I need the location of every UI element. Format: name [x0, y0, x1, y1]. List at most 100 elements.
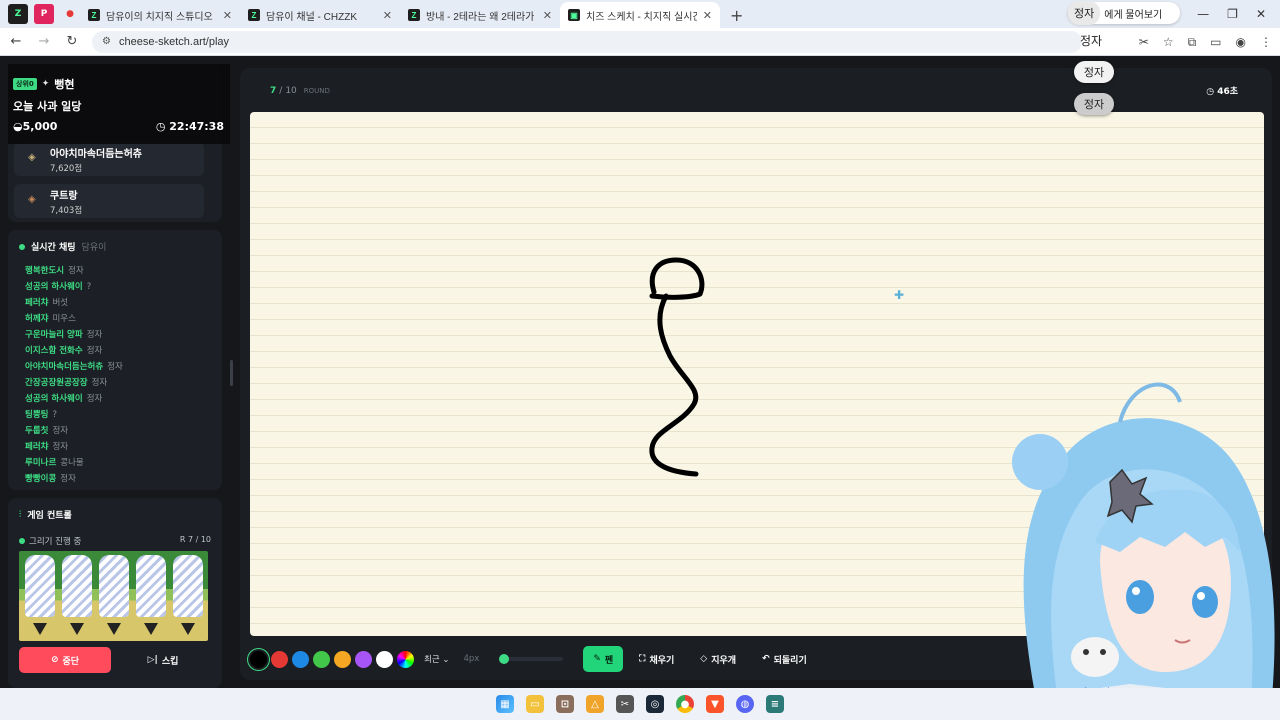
- chat-message: 페러챠 정자: [19, 439, 211, 455]
- chat-text: 버섯: [52, 298, 69, 308]
- os-taskbar: ▦ ▭ ⊡ △ ✂ ◎ ● ▼ ◍ ≡: [0, 688, 1280, 720]
- chat-username[interactable]: 성공의 하사웨이: [25, 394, 83, 404]
- site-info-icon[interactable]: ⚙: [102, 36, 111, 47]
- close-icon[interactable]: ✕: [543, 9, 552, 22]
- chat-text: 정자: [52, 426, 69, 436]
- skip-button[interactable]: ▷| 스킵: [117, 647, 209, 673]
- tool-button[interactable]: ◇ 지우개: [690, 646, 746, 672]
- maximize-icon[interactable]: ❐: [1227, 7, 1238, 21]
- chat-username[interactable]: 팅뿡팅: [25, 410, 48, 420]
- chat-username[interactable]: 루미나르: [25, 458, 56, 468]
- record-icon: ●: [66, 9, 74, 19]
- back-icon[interactable]: ←: [4, 34, 28, 49]
- chat-username[interactable]: 간장공장원공장장: [25, 378, 88, 388]
- close-icon[interactable]: ✕: [703, 9, 712, 22]
- record-pinned-tab[interactable]: ●: [60, 4, 80, 24]
- ask-popup[interactable]: 정자 에게 물어보기: [1068, 1, 1180, 25]
- brush-size-slider[interactable]: [499, 654, 564, 664]
- window-controls: — ❐ ✕: [1197, 0, 1280, 28]
- chat-username[interactable]: 행복한도시: [25, 266, 64, 276]
- color-swatch[interactable]: [250, 650, 267, 668]
- chat-username[interactable]: 허께쟈: [25, 314, 48, 324]
- live-dot-icon: [19, 243, 25, 250]
- cheese-icon: ◒: [13, 120, 23, 133]
- close-icon[interactable]: ✕: [383, 9, 392, 22]
- color-swatch[interactable]: [355, 650, 372, 668]
- browser-tab-active[interactable]: ▣ 치즈 스케치 - 치지직 실시간 드 ✕: [560, 2, 720, 28]
- round-timer: ◷ 46초: [1206, 87, 1238, 97]
- close-icon[interactable]: ✕: [223, 9, 232, 22]
- chat-channel: 담유이: [81, 243, 107, 253]
- color-swatch[interactable]: [376, 650, 393, 668]
- tool-button[interactable]: ✎ 펜: [583, 646, 624, 672]
- p-pinned-tab[interactable]: P: [34, 4, 54, 24]
- notepad-icon[interactable]: ≡: [766, 695, 784, 713]
- timer-icon: ◷: [1206, 87, 1218, 97]
- discord-icon[interactable]: ◍: [736, 695, 754, 713]
- chat-username[interactable]: 구운마늘리 양파: [25, 330, 83, 340]
- browser-tab[interactable]: Z 담유이의 치지직 스튜디오 ✕: [80, 2, 240, 28]
- game-control-panel: ⫶ 게임 컨트롤 그리기 진행 중 R 7 / 10 ⊘ 중단 ▷| 스킵: [8, 498, 222, 688]
- chrome-icon[interactable]: ●: [676, 695, 694, 713]
- brush-size-label: 4px: [463, 654, 480, 664]
- skip-icon: ▷|: [147, 655, 158, 665]
- url-field[interactable]: ⚙ cheese-sketch.art/play: [92, 30, 1082, 53]
- file-explorer-icon[interactable]: ▭: [526, 695, 544, 713]
- tool-label: 되돌리기: [773, 655, 807, 666]
- sidebar-icon[interactable]: ▭: [1210, 35, 1221, 49]
- recent-colors-dropdown[interactable]: 최근 ⌄: [424, 653, 449, 665]
- chat-bubble: 정자: [1074, 93, 1114, 115]
- chat-message: 간장공장원공장장 정자: [19, 375, 211, 391]
- extension-icon[interactable]: ✂: [1139, 35, 1149, 49]
- color-swatch[interactable]: [292, 650, 309, 668]
- bookmark-star-icon[interactable]: ☆: [1163, 35, 1174, 49]
- game-status: 그리기 진행 중: [19, 535, 81, 547]
- browser-tab[interactable]: Z 담유이 채널 - CHZZK ✕: [240, 2, 400, 28]
- chzzk-pinned-tab[interactable]: Z: [8, 4, 28, 24]
- brave-icon[interactable]: ▼: [706, 695, 724, 713]
- chat-username[interactable]: 두룹칫: [25, 426, 48, 436]
- ask-popup-text: 에게 물어보기: [1104, 9, 1163, 21]
- color-swatch[interactable]: [271, 650, 288, 668]
- color-swatch[interactable]: [334, 650, 351, 668]
- chat-message: 아야치마속더듬는허츄 정자: [19, 359, 211, 375]
- chat-username[interactable]: 아야치마속더듬는허츄: [25, 362, 103, 372]
- steam-icon[interactable]: ◎: [646, 695, 664, 713]
- color-swatch[interactable]: [313, 650, 330, 668]
- stop-button[interactable]: ⊘ 중단: [19, 647, 111, 673]
- profile-icon[interactable]: ◉: [1236, 35, 1246, 49]
- snipping-tool-icon[interactable]: ✂: [616, 695, 634, 713]
- puzzle-icon[interactable]: ⧉: [1188, 35, 1197, 50]
- chat-username[interactable]: 빵빵이콩: [25, 474, 56, 484]
- new-tab-button[interactable]: +: [720, 2, 753, 28]
- overlay-name: 뻥현: [54, 78, 75, 91]
- slider-knob[interactable]: [499, 654, 510, 664]
- chat-username[interactable]: 페러챠: [25, 442, 48, 452]
- vtuber-avatar: [1012, 382, 1275, 720]
- chat-text: 정자: [52, 442, 69, 452]
- ask-popup-nick: 정자: [1068, 1, 1101, 25]
- chat-username[interactable]: 이지스함 전화수: [25, 346, 83, 356]
- windows-start-icon[interactable]: ▦: [496, 695, 514, 713]
- eraser-icon: ◇: [700, 654, 708, 664]
- reload-icon[interactable]: ↻: [60, 34, 84, 49]
- tool-button[interactable]: ↶ 되돌리기: [752, 646, 817, 672]
- menu-icon[interactable]: ⋮: [1260, 35, 1272, 49]
- chat-username[interactable]: 성공의 하사웨이: [25, 282, 83, 292]
- warning-app-icon[interactable]: △: [586, 695, 604, 713]
- cheese-count: ◒5,000: [13, 120, 58, 133]
- tool-button[interactable]: ⛶ 채우기: [629, 646, 684, 672]
- chat-message: 허께쟈 미우스: [19, 311, 211, 327]
- sidebar-scrollbar[interactable]: [230, 360, 233, 386]
- rank-row: ◈ 쿠트랑 7,403점: [14, 184, 204, 218]
- drawn-stroke: [649, 257, 705, 477]
- close-window-icon[interactable]: ✕: [1256, 7, 1266, 21]
- forward-icon[interactable]: →: [32, 34, 56, 49]
- custom-color-picker[interactable]: [397, 650, 414, 668]
- chat-username[interactable]: 페러챠: [25, 298, 48, 308]
- clock-icon: ◷: [155, 120, 170, 133]
- app-icon[interactable]: ⊡: [556, 695, 574, 713]
- browser-tab[interactable]: Z 방내 - 2테라는 왜 2테라가 아닌 ✕: [400, 2, 560, 28]
- chat-message: 행복한도시 정자: [19, 263, 211, 279]
- minimize-icon[interactable]: —: [1197, 7, 1209, 21]
